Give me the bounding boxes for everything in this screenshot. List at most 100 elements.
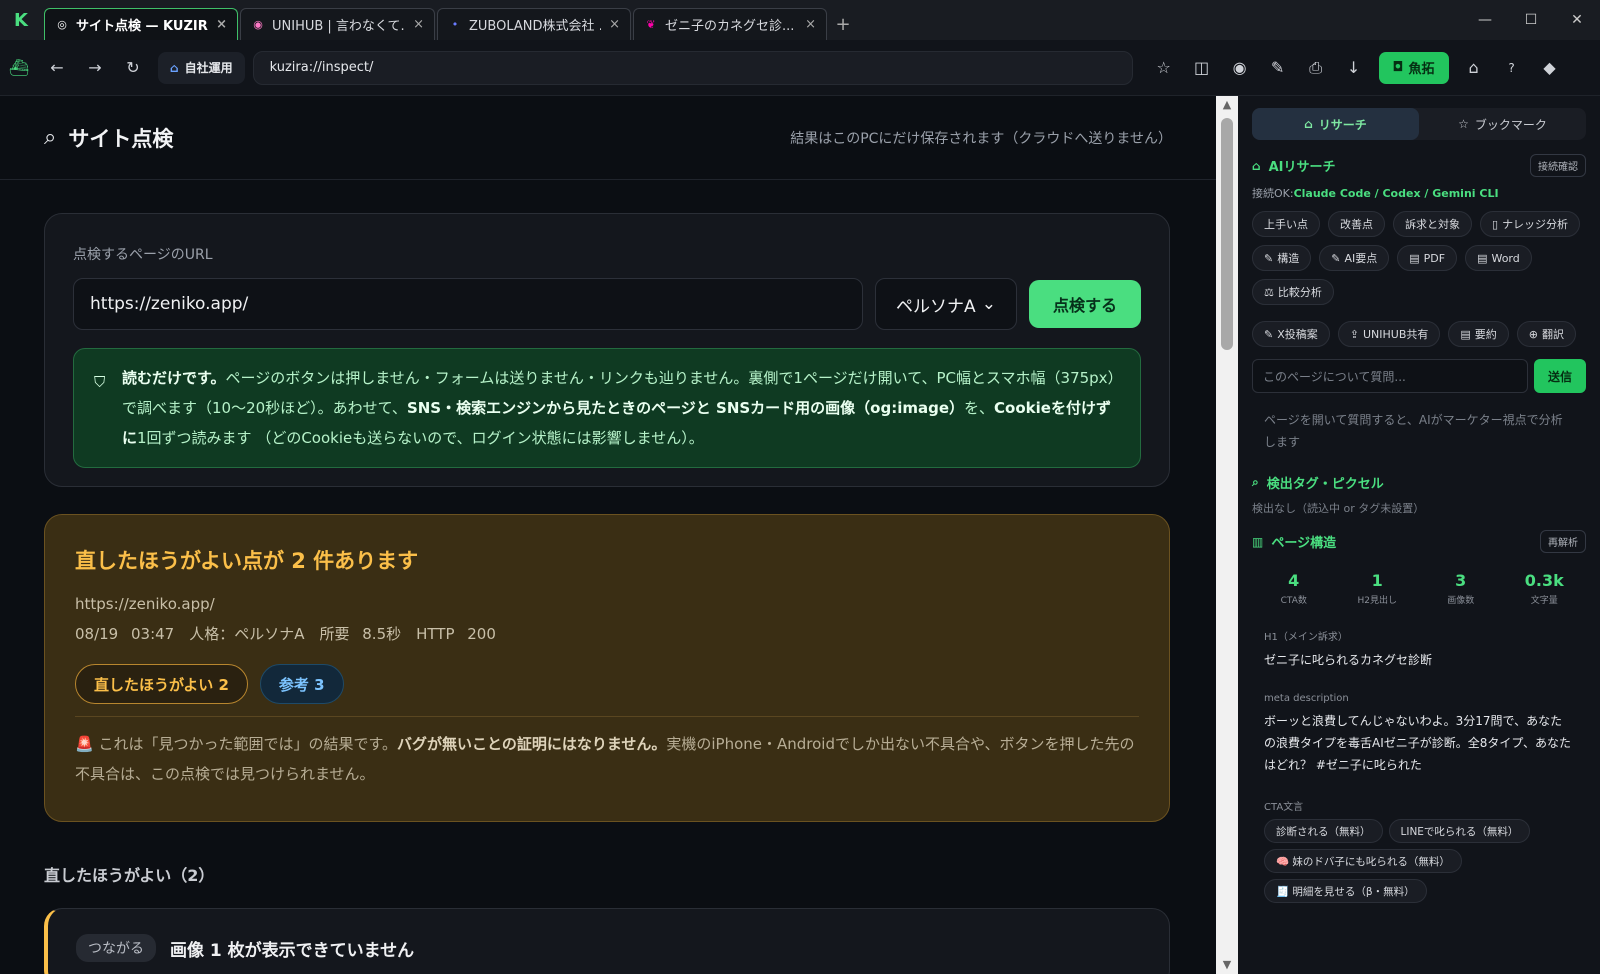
gyotaku-button[interactable]: ◘ 魚拓 — [1378, 51, 1449, 84]
maximize-icon[interactable]: ☐ — [1508, 0, 1554, 40]
url-input[interactable]: https://zeniko.app/ — [73, 278, 863, 330]
close-icon[interactable]: × — [805, 17, 816, 32]
chip-x-post[interactable]: ✎ X投稿案 — [1252, 321, 1330, 347]
pen-icon[interactable]: ✎ — [1259, 49, 1297, 87]
chip-compare[interactable]: ⚖ 比較分析 — [1252, 279, 1334, 305]
file-icon: ▤ — [1477, 251, 1488, 265]
address-bar[interactable]: kuzira://inspect/ — [252, 50, 1133, 85]
scrollbar[interactable]: ▲ ▼ — [1216, 96, 1238, 974]
persona-select[interactable]: ペルソナA ⌄ — [875, 278, 1017, 330]
connection-status: 接続OK:Claude Code / Codex / Gemini CLI — [1252, 187, 1499, 200]
chevron-down-icon: ⌄ — [981, 294, 996, 314]
send-button[interactable]: 送信 — [1534, 359, 1586, 393]
help-icon[interactable]: ? — [1493, 49, 1531, 87]
whale-icon[interactable]: ⛴ — [0, 49, 38, 87]
stat-images: 3 画像数 — [1447, 571, 1475, 606]
research-sidebar: ⌂ リサーチ ☆ ブックマーク ⌂ AIリサーチ 接続確認 接続OK:Claude Co… — [1238, 96, 1600, 974]
tab-research[interactable]: ⌂ リサーチ — [1252, 108, 1419, 140]
chip-word[interactable]: ▤ Word — [1465, 245, 1532, 271]
question-input[interactable]: このページについて質問... — [1252, 359, 1528, 393]
share-icon: ⇪ — [1349, 327, 1359, 341]
stat-h2: 1 H2見出し — [1357, 571, 1398, 606]
search-icon: ⌕ — [1252, 475, 1259, 489]
tab-zuboland[interactable]: • ZUBOLAND株式会社 ... × — [437, 8, 631, 40]
result-heading: 直したほうがよい点が 2 件あります — [75, 549, 419, 573]
inspect-button[interactable]: 点検する — [1029, 280, 1141, 328]
chip-improvements[interactable]: 改善点 — [1328, 211, 1385, 237]
chip-translate[interactable]: ⊕ 翻訳 — [1516, 321, 1577, 347]
warn-badge[interactable]: 直したほうがよい 2 — [75, 664, 248, 704]
result-meta: 08/19 03:47 人格：ペルソナA 所要 8.5秒 HTTP 200 — [75, 625, 496, 643]
chip-appeal[interactable]: 訴求と対象 — [1393, 211, 1472, 237]
close-icon[interactable]: × — [609, 17, 620, 32]
star-icon[interactable]: ☆ — [1145, 49, 1183, 87]
tab-bookmark[interactable]: ☆ ブックマーク — [1419, 108, 1586, 140]
cta-chip: 🧠 妹のドバ子にも叱られる（無料） — [1264, 849, 1462, 873]
tab-site-inspect[interactable]: ◎ サイト点検 — KUZIRA × — [44, 8, 238, 40]
eye-icon[interactable]: ◉ — [1221, 49, 1259, 87]
window-controls: — ☐ ✕ — [1462, 0, 1600, 40]
h1-block: H1（メイン訴求） ゼニ子に叱られるカネグセ診断 — [1264, 632, 1433, 667]
scale-icon: ⚖ — [1264, 285, 1274, 299]
reload-icon[interactable]: ↻ — [114, 49, 152, 87]
issue-card[interactable]: つながる 画像 1 枚が表示できていません — [44, 908, 1170, 974]
chip-structure[interactable]: ✎ 構造 — [1252, 245, 1312, 271]
cta-chip: 診断される（無料） — [1264, 819, 1383, 843]
scrollbar-thumb[interactable] — [1221, 118, 1233, 350]
ai-hint: ページを開いて質問すると、AIがマーケター視点で分析します — [1264, 413, 1563, 449]
home-button[interactable]: ⌂ 自社運用 — [158, 51, 245, 84]
tab-unihub[interactable]: ◉ UNIHUB | 言わなくて... × — [240, 8, 435, 40]
shield-icon: ⛉ — [94, 373, 106, 391]
result-url: https://zeniko.app/ — [75, 595, 215, 613]
globe-icon: ◎ — [57, 18, 67, 31]
chip-ai-summary[interactable]: ✎ AI要点 — [1319, 245, 1390, 271]
settings-icon[interactable]: ◆ — [1531, 49, 1569, 87]
pen-icon: ✎ — [1264, 251, 1274, 265]
chip-strengths[interactable]: 上手い点 — [1252, 211, 1320, 237]
camera-icon: ◘ — [1392, 60, 1404, 75]
info-badge[interactable]: 参考 3 — [259, 664, 344, 704]
main-content: ⌕ サイト点検 結果はこのPCにだけ保存されます（クラウドへ送りません） 点検す… — [0, 96, 1216, 974]
tab-zeniko[interactable]: ❦ ゼニ子のカネグセ診... × — [633, 8, 827, 40]
close-window-icon[interactable]: ✕ — [1554, 0, 1600, 40]
cta-chip: LINEで叱られる（無料） — [1388, 819, 1531, 843]
reanalyze-button[interactable]: 再解析 — [1540, 530, 1586, 553]
minimize-icon[interactable]: — — [1462, 0, 1508, 40]
app-logo-icon: K — [14, 9, 28, 31]
chip-knowledge[interactable]: ▯ ナレッジ分析 — [1480, 211, 1581, 237]
scroll-down-icon[interactable]: ▼ — [1219, 958, 1235, 972]
tags-status: 検出なし（読込中 or タグ未設置） — [1252, 502, 1425, 515]
research-icon: ⌂ — [1304, 117, 1313, 131]
meta-block: meta description ボーッと浪費してんじゃないわよ。3分17問で、… — [1264, 693, 1572, 772]
split-view-icon[interactable]: ◫ — [1183, 49, 1221, 87]
close-icon[interactable]: × — [413, 17, 424, 32]
back-icon[interactable]: ← — [38, 49, 76, 87]
dot-icon: • — [451, 18, 459, 31]
robot-icon: ⌂ — [1252, 158, 1261, 173]
page-stats: 4 CTA数 1 H2見出し 3 画像数 0.3k 文字量 — [1252, 571, 1586, 606]
beacon-icon: 🚨 — [75, 735, 99, 753]
star-icon: ☆ — [1458, 117, 1469, 131]
file-icon: ▤ — [1460, 327, 1471, 341]
result-summary: 直したほうがよい点が 2 件あります https://zeniko.app/ 0… — [44, 514, 1170, 822]
globe-icon: ⊕ — [1528, 327, 1539, 341]
print-icon[interactable]: ⎙ — [1297, 49, 1335, 87]
chip-unihub-share[interactable]: ⇪ UNIHUB共有 — [1337, 321, 1441, 347]
download-icon[interactable]: ↓ — [1335, 49, 1373, 87]
stat-chars: 0.3k 文字量 — [1524, 571, 1564, 606]
forward-icon[interactable]: → — [76, 49, 114, 87]
file-icon: ▤ — [1409, 251, 1420, 265]
book-icon: ▯ — [1492, 217, 1499, 231]
extension-icon[interactable]: ⌂ — [1455, 49, 1493, 87]
page-header: ⌕ サイト点検 結果はこのPCにだけ保存されます（クラウドへ送りません） — [0, 96, 1216, 180]
new-tab-button[interactable]: + — [827, 8, 859, 40]
ai-actions: 上手い点 改善点 訴求と対象 ▯ ナレッジ分析 ✎ 構造 ✎ AI要点 ▤ PDF ▤ W… — [1252, 211, 1586, 347]
chip-summary[interactable]: ▤ 要約 — [1448, 321, 1509, 347]
storage-note: 結果はこのPCにだけ保存されます（クラウドへ送りません） — [790, 130, 1172, 147]
connection-check-button[interactable]: 接続確認 — [1530, 154, 1586, 177]
scroll-up-icon[interactable]: ▲ — [1219, 98, 1235, 112]
chip-pdf[interactable]: ▤ PDF — [1397, 245, 1458, 271]
bar-chart-icon: ▥ — [1252, 534, 1264, 549]
close-icon[interactable]: × — [216, 17, 227, 32]
divider — [75, 716, 1139, 717]
